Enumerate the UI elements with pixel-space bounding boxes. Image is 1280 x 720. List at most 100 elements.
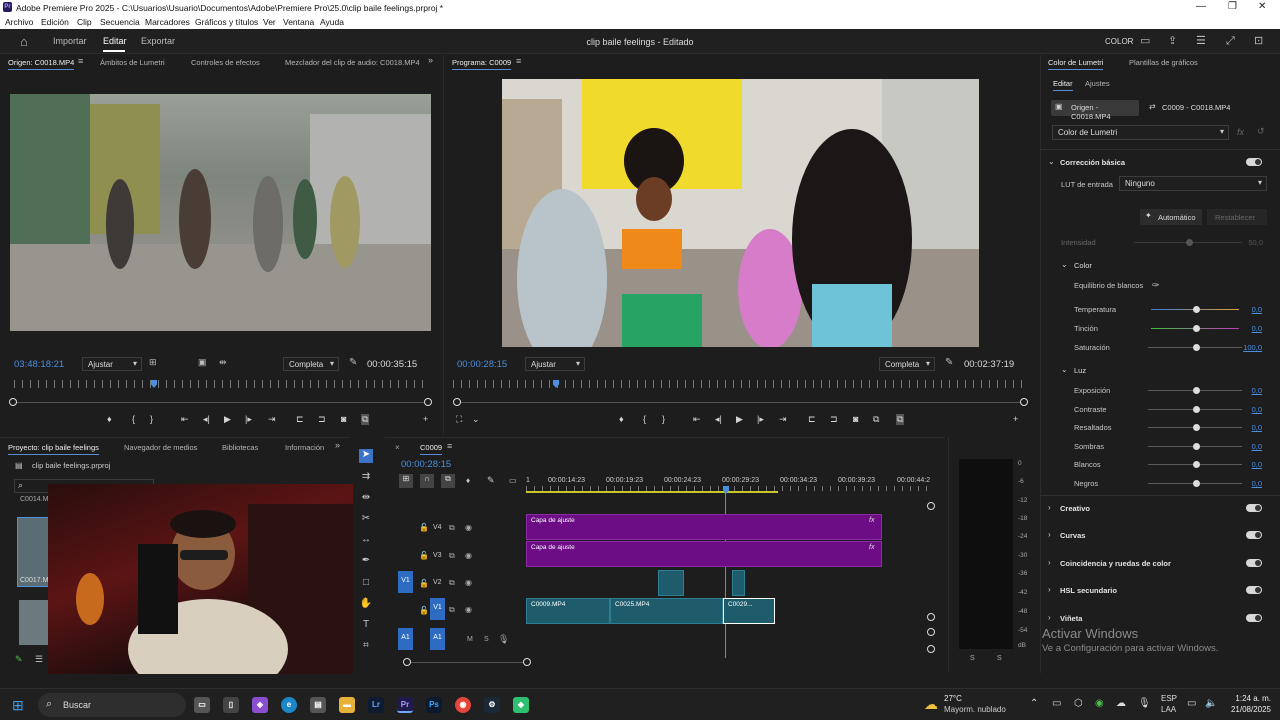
project-item-thumbnail[interactable] bbox=[19, 600, 49, 645]
photoshop-icon[interactable]: Ps bbox=[426, 697, 442, 713]
insert-icon[interactable]: ▣ bbox=[198, 358, 207, 367]
source-fit-select[interactable]: Ajustar bbox=[82, 357, 142, 371]
minimize-icon[interactable]: — bbox=[1196, 1, 1206, 12]
wrench-icon[interactable]: ✎ bbox=[487, 475, 495, 486]
tray-icon[interactable]: ▭ bbox=[1052, 698, 1061, 709]
home-icon[interactable]: ⌂ bbox=[20, 35, 28, 48]
premiere-icon[interactable]: Pr bbox=[397, 697, 413, 713]
intensity-value[interactable]: 50,0 bbox=[1241, 238, 1263, 247]
highlights-knob[interactable] bbox=[1193, 424, 1200, 431]
tab-sequence[interactable]: C0009 bbox=[420, 443, 443, 455]
video-clip[interactable] bbox=[658, 570, 684, 596]
lightroom-icon[interactable]: Lr bbox=[368, 697, 384, 713]
video-clip[interactable]: C0009.MP4 bbox=[526, 598, 610, 624]
source-quality-select[interactable]: Completa bbox=[283, 357, 339, 371]
settings-icon[interactable]: ⊞ bbox=[149, 358, 157, 367]
steam-icon[interactable]: ⚙ bbox=[484, 697, 500, 713]
creative-header[interactable]: Creativo bbox=[1060, 504, 1090, 513]
chevron-right-icon[interactable]: › bbox=[1048, 530, 1051, 539]
menu-archivo[interactable]: Archivo bbox=[5, 17, 33, 27]
drag-video-icon[interactable]: ⇹ bbox=[219, 358, 227, 367]
more-tabs-icon[interactable]: » bbox=[335, 441, 340, 450]
go-to-out-icon[interactable]: ⇥ bbox=[268, 414, 276, 425]
insert-clip-icon[interactable]: ⊏ bbox=[296, 414, 304, 425]
tab-menu-icon[interactable]: ≡ bbox=[447, 442, 452, 451]
shadows-knob[interactable] bbox=[1193, 443, 1200, 450]
saturation-value[interactable]: 100,0 bbox=[1240, 343, 1262, 352]
marker-icon[interactable]: ♦ bbox=[466, 476, 470, 485]
shadows-value[interactable]: 0,0 bbox=[1240, 442, 1262, 451]
menu-clip[interactable]: Clip bbox=[77, 17, 92, 27]
program-zoom-bar[interactable] bbox=[458, 402, 1025, 403]
fullscreen-icon[interactable]: ⤢ bbox=[1226, 36, 1235, 47]
blacks-knob[interactable] bbox=[1193, 480, 1200, 487]
vertical-scroll-b[interactable] bbox=[927, 645, 935, 653]
list-view-icon[interactable]: ☰ bbox=[35, 654, 43, 665]
add-button-icon[interactable]: + bbox=[423, 414, 428, 424]
chevron-up-icon[interactable]: ⌃ bbox=[1030, 698, 1038, 709]
nav-export[interactable]: Exportar bbox=[141, 36, 175, 46]
tab-source[interactable]: Origen: C0018.MP4 bbox=[8, 58, 75, 70]
nest-icon[interactable]: ⊞ bbox=[399, 474, 413, 488]
go-to-in-icon[interactable]: ⇤ bbox=[693, 414, 701, 425]
compare-icon[interactable]: ⧉ bbox=[873, 414, 879, 425]
menu-edicion[interactable]: Edición bbox=[41, 17, 69, 27]
source-patch-a1[interactable]: A1 bbox=[398, 628, 413, 650]
basic-correction-toggle[interactable] bbox=[1246, 158, 1262, 166]
menu-ventana[interactable]: Ventana bbox=[283, 17, 314, 27]
generative-icon[interactable]: ⌗ bbox=[359, 640, 373, 654]
hsl-toggle[interactable] bbox=[1246, 586, 1262, 594]
eye-icon[interactable]: ◉ bbox=[465, 578, 472, 587]
play-icon[interactable]: ▶ bbox=[224, 414, 231, 425]
language-layout[interactable]: LAA bbox=[1161, 705, 1176, 714]
color-section-header[interactable]: Color bbox=[1074, 261, 1092, 270]
tab-effect-controls[interactable]: Controles de efectos bbox=[191, 58, 260, 67]
contrast-knob[interactable] bbox=[1193, 406, 1200, 413]
eyedropper-icon[interactable]: ✑ bbox=[1152, 280, 1160, 291]
notepad-icon[interactable]: ▯ bbox=[223, 697, 239, 713]
lock-icon[interactable]: 🔓 bbox=[419, 579, 429, 588]
mark-out-icon[interactable]: } bbox=[662, 414, 665, 424]
vertical-scroll-top[interactable] bbox=[927, 502, 935, 510]
origin-clip-button[interactable]: Origen - C0018.MP4 bbox=[1051, 100, 1139, 121]
marker-icon[interactable]: ♦ bbox=[107, 414, 112, 424]
reset-button[interactable]: Restablecer bbox=[1207, 209, 1267, 225]
tab-lumetri-settings[interactable]: Ajustes bbox=[1085, 79, 1110, 88]
linked-icon[interactable]: ⧉ bbox=[441, 474, 455, 488]
tab-menu-icon[interactable]: ≡ bbox=[516, 57, 521, 66]
creative-toggle[interactable] bbox=[1246, 504, 1262, 512]
nav-edit[interactable]: Editar bbox=[103, 36, 127, 46]
track-label-v1[interactable]: V1 bbox=[430, 598, 445, 620]
copilot-icon[interactable]: ◈ bbox=[252, 697, 268, 713]
tab-project[interactable]: Proyecto: clip baile feelings bbox=[8, 443, 99, 455]
mic-icon[interactable]: 🎙 bbox=[1138, 698, 1151, 709]
step-forward-icon[interactable]: |▸ bbox=[245, 414, 252, 425]
camera-icon[interactable]: ◙ bbox=[341, 414, 346, 424]
marker-icon[interactable]: ♦ bbox=[619, 414, 624, 424]
tab-libraries[interactable]: Bibliotecas bbox=[222, 443, 258, 452]
track-select-icon[interactable]: ⇉ bbox=[359, 471, 373, 485]
dropdown-icon[interactable]: ⌄ bbox=[472, 414, 480, 425]
horizontal-zoom-end[interactable] bbox=[523, 658, 531, 666]
sync-icon[interactable]: ⧉ bbox=[449, 523, 455, 533]
program-zoom-start[interactable] bbox=[453, 398, 461, 406]
more-tabs-icon[interactable]: » bbox=[428, 56, 433, 65]
store-icon[interactable]: ▤ bbox=[310, 697, 326, 713]
progress-icon[interactable]: ☰ bbox=[1196, 36, 1206, 47]
tab-graphic-templates[interactable]: Plantillas de gráficos bbox=[1129, 58, 1198, 67]
search-box[interactable] bbox=[38, 693, 186, 717]
sync-icon[interactable]: ⧉ bbox=[449, 551, 455, 561]
ripple-edit-icon[interactable]: ⇹ bbox=[359, 492, 373, 506]
tint-value[interactable]: 0,0 bbox=[1240, 324, 1262, 333]
source-zoom-end[interactable] bbox=[424, 398, 432, 406]
compare-icon[interactable]: ⧉ bbox=[361, 414, 370, 425]
program-ruler[interactable] bbox=[453, 380, 1029, 388]
tab-lumetri-color[interactable]: Color de Lumetri bbox=[1048, 58, 1104, 70]
chevron-right-icon[interactable]: › bbox=[1048, 503, 1051, 512]
windows-start-icon[interactable]: ⊞ bbox=[12, 697, 28, 713]
lut-select[interactable]: Ninguno bbox=[1119, 176, 1267, 191]
program-fit-select[interactable]: Ajustar bbox=[525, 357, 585, 371]
razor-icon[interactable]: ✂ bbox=[359, 513, 373, 527]
sync-icon[interactable]: ⧉ bbox=[449, 605, 455, 615]
effect-select[interactable]: Color de Lumetri bbox=[1052, 125, 1229, 140]
